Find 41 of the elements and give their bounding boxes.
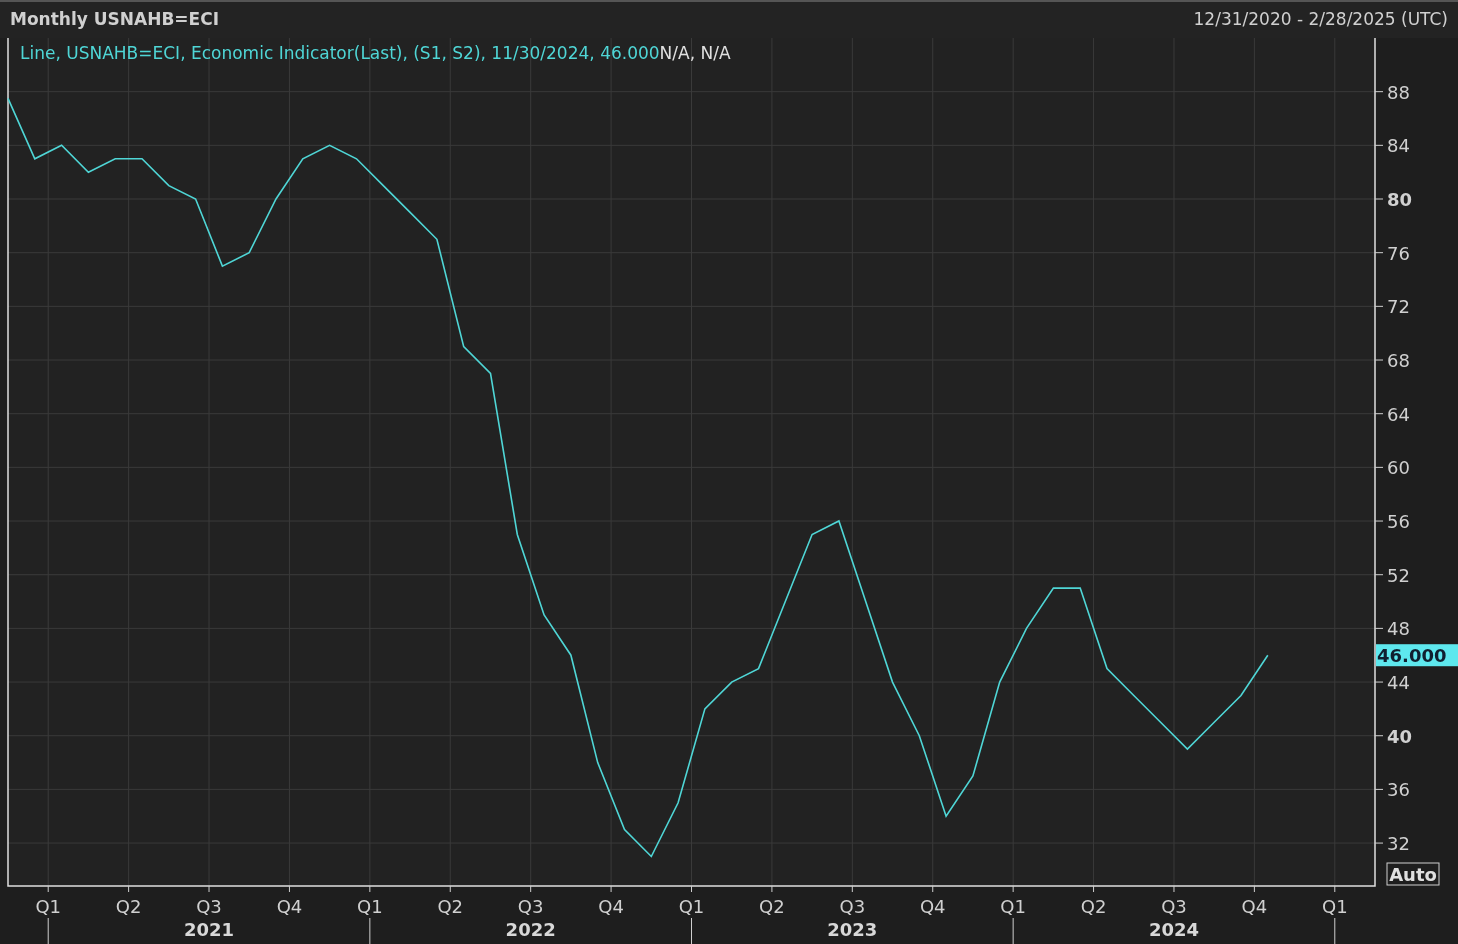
y-tick-label: 76	[1387, 242, 1410, 264]
y-tick-label: 60	[1387, 457, 1410, 479]
x-tick-label: Q4	[1241, 896, 1268, 917]
auto-button[interactable]: Auto	[1386, 862, 1440, 886]
x-tick-label: Q2	[115, 896, 142, 917]
y-tick-label: 32	[1387, 833, 1410, 855]
x-tick-label: Q3	[1161, 896, 1187, 917]
y-tick-label: 48	[1387, 618, 1410, 640]
x-tick-label: Q3	[517, 896, 544, 917]
x-tick-label: Q4	[598, 896, 624, 917]
y-tick-label: 52	[1387, 564, 1410, 586]
x-tick-label: Q4	[276, 896, 303, 917]
y-tick-label: 56	[1387, 511, 1410, 533]
y-tick-label: 88	[1387, 81, 1410, 103]
x-tick-label: Q1	[1000, 896, 1026, 917]
x-tick-label: Q2	[437, 896, 464, 917]
x-tick-label: Q1	[678, 896, 705, 917]
date-range: 12/31/2020 - 2/28/2025 (UTC)	[1193, 8, 1448, 32]
x-tick-label: Q1	[35, 896, 61, 917]
legend-text: Line, USNAHB=ECI, Economic Indicator(Last), (S1, S2), 11/30/2024, 46.000N/A, N/A	[20, 43, 731, 63]
y-tick-label: 40	[1387, 725, 1413, 747]
y-tick-label: 80	[1387, 189, 1413, 210]
x-tick-label: Q2	[759, 896, 785, 917]
year-label: 2023	[827, 919, 878, 940]
x-tick-label: Q3	[196, 896, 222, 917]
year-label: 2024	[1148, 919, 1200, 940]
y-tick-label: 64	[1387, 403, 1410, 425]
x-tick-label: Q2	[1080, 896, 1107, 917]
x-tick-label: Q4	[919, 896, 946, 917]
y-tick-label: 44	[1387, 672, 1410, 694]
year-label: 2021	[183, 919, 235, 940]
y-tick-label: 36	[1387, 779, 1410, 801]
last-value-badge: 46.000	[1376, 644, 1458, 667]
chart-title: Monthly USNAHB=ECI	[10, 8, 220, 32]
y-tick-label: 72	[1387, 296, 1410, 318]
x-tick-label: Q3	[839, 896, 866, 917]
x-tick-label: Q1	[357, 896, 383, 917]
year-label: 2022	[505, 919, 556, 940]
y-tick-label: 84	[1387, 135, 1410, 157]
y-tick-label: 68	[1387, 350, 1410, 372]
x-tick-label: Q1	[1322, 896, 1348, 917]
